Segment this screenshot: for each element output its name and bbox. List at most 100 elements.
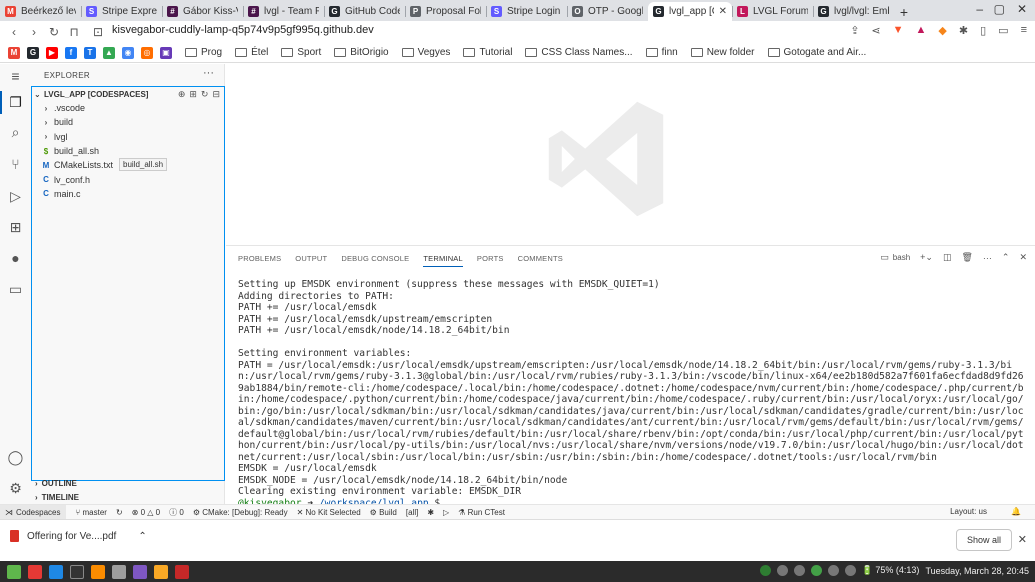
bookmark-item[interactable]: finn <box>645 47 678 58</box>
reload-icon[interactable]: ↻ <box>44 25 64 39</box>
app-icon[interactable] <box>175 564 189 579</box>
browser-tab[interactable]: # Gábor Kiss-Vámosi <box>162 2 243 21</box>
debug-icon[interactable]: ✱ <box>427 508 434 517</box>
show-all-button[interactable]: Show all <box>956 529 1012 551</box>
cmake-status[interactable]: ⚙ CMake: [Debug]: Ready <box>193 508 288 517</box>
close-tab-icon[interactable]: ✕ <box>719 6 727 17</box>
panel-tab-ports[interactable]: PORTS <box>477 254 504 267</box>
close-panel-icon[interactable]: ✕ <box>1019 252 1027 263</box>
start-menu-icon[interactable] <box>7 564 21 579</box>
brave-browser-icon[interactable] <box>91 564 105 579</box>
browser-tab[interactable]: O OTP - Google D <box>567 2 648 21</box>
bookmark-item[interactable]: BitOrigio <box>334 47 389 58</box>
file-tree-item[interactable]: $ build_all.sh <box>32 144 224 158</box>
wallet-icon[interactable]: ▭ <box>998 24 1008 37</box>
bookmark-item[interactable]: CSS Class Names... <box>525 47 633 58</box>
run-debug-icon[interactable]: ▷ <box>7 188 24 205</box>
account-icon[interactable]: ◯ <box>7 449 24 466</box>
browser-tab[interactable]: Glvgl_app [C ✕ <box>648 2 732 21</box>
menu-icon[interactable]: ≡ <box>7 68 24 85</box>
tray-app-icon[interactable] <box>793 565 805 576</box>
bookmark-item[interactable]: Gotogate and Air... <box>767 47 866 58</box>
sync-icon[interactable]: ↻ <box>116 508 123 517</box>
extensions-icon[interactable]: ✱ <box>959 24 968 37</box>
build-button[interactable]: ⚙ Build <box>370 508 397 517</box>
new-tab-button[interactable]: + <box>894 2 914 21</box>
folder-icon[interactable] <box>154 564 168 579</box>
url-field[interactable]: kisvegabor-cuddly-lamp-q5p74v9p5gf995q.g… <box>112 24 374 36</box>
remote-indicator[interactable]: ⋊ Codespaces <box>0 504 67 520</box>
youtube-icon[interactable]: ▶ <box>46 46 58 59</box>
bookmark-item[interactable]: Prog <box>185 47 222 58</box>
git-branch-icon[interactable]: ⑂ master <box>75 508 106 517</box>
files-icon[interactable] <box>112 564 126 579</box>
panel-tab-problems[interactable]: PROBLEMS <box>238 254 281 267</box>
search-icon[interactable]: ⌕ <box>7 124 24 141</box>
maximize-panel-icon[interactable]: ⌃ <box>1002 252 1010 263</box>
bookmark-item[interactable]: New folder <box>690 47 755 58</box>
new-file-icon[interactable]: ⊕ <box>178 89 186 100</box>
menu-icon[interactable]: ≡ <box>1021 24 1027 37</box>
network-icon[interactable] <box>827 565 839 576</box>
kit-selector[interactable]: ✕ No Kit Selected <box>297 508 361 517</box>
timeline-section[interactable]: › TIMELINE <box>31 490 225 504</box>
notifications-bell-icon[interactable]: 🔔 <box>1011 507 1021 516</box>
gmail-icon[interactable]: M <box>8 46 20 59</box>
bookmark-item[interactable]: Tutorial <box>463 47 512 58</box>
settings-gear-icon[interactable]: ⚙ <box>7 480 24 497</box>
browser-tab[interactable]: P Proposal Follow <box>405 2 486 21</box>
info-indicator[interactable]: ⓘ 0 <box>169 507 184 518</box>
panel-tab-terminal[interactable]: TERMINAL <box>423 254 463 267</box>
tray-app-icon[interactable] <box>810 565 822 576</box>
brave-shield-icon[interactable]: ▼ <box>893 24 904 37</box>
new-folder-icon[interactable]: ⊞ <box>189 89 197 100</box>
maps-icon[interactable]: ◉ <box>122 46 134 59</box>
sidebar-icon[interactable]: ▯ <box>980 24 986 37</box>
bookmark-item[interactable]: Étel <box>235 47 268 58</box>
maximize-icon[interactable]: ▢ <box>994 2 1005 16</box>
file-tree-item[interactable]: Cmain.c <box>32 187 224 201</box>
split-terminal-icon[interactable]: ◫ <box>943 252 952 263</box>
problems-indicator[interactable]: ⊗ 0 △ 0 <box>132 508 160 517</box>
bookmark-icon[interactable]: ⊓ <box>64 25 84 39</box>
battery-status[interactable]: 🔋 75% (4:13) <box>862 565 920 576</box>
metamask-icon[interactable]: ◆ <box>938 24 946 37</box>
browser-tab[interactable]: M Beérkező levelek <box>0 2 81 21</box>
brave-rewards-icon[interactable]: ▲ <box>916 24 927 37</box>
remote-explorer-icon[interactable]: ▭ <box>7 281 24 298</box>
browser-tab[interactable]: Glvgl/lvgl: Embe <box>813 2 894 21</box>
download-item[interactable]: Offering for Ve....pdf ⌃ <box>10 530 147 542</box>
tool-icon[interactable]: ◎ <box>141 46 153 59</box>
source-control-icon[interactable]: ⑂ <box>7 156 24 173</box>
app-icon[interactable]: ▣ <box>160 46 172 59</box>
terminal-shell-label[interactable]: bash <box>893 253 910 262</box>
close-download-shelf-icon[interactable]: ✕ <box>1018 533 1027 546</box>
panel-tab-output[interactable]: OUTPUT <box>295 254 327 267</box>
terminal-output[interactable]: Setting up EMSDK environment (suppress t… <box>238 279 1028 509</box>
browser-tab[interactable]: # lvgl - Team Flare <box>243 2 324 21</box>
github-icon[interactable]: ● <box>7 250 24 267</box>
github-icon[interactable]: G <box>27 46 39 59</box>
more-actions-icon[interactable]: ··· <box>203 67 214 79</box>
image-viewer-icon[interactable] <box>133 564 147 579</box>
browser-tab[interactable]: S Stripe Express <box>81 2 162 21</box>
keyboard-layout[interactable]: Layout: us <box>950 507 987 516</box>
panel-tab-comments[interactable]: COMMENTS <box>518 254 563 267</box>
terminal-app-icon[interactable] <box>70 564 84 579</box>
more-actions-icon[interactable]: ··· <box>983 253 992 263</box>
collapse-all-icon[interactable]: ⊟ <box>212 89 220 100</box>
new-terminal-icon[interactable]: +⌄ <box>920 252 933 263</box>
facebook-icon[interactable]: f <box>65 46 77 59</box>
skype-icon[interactable] <box>49 564 63 579</box>
browser-tab[interactable]: S Stripe Login | S <box>486 2 567 21</box>
explorer-icon[interactable]: ❐ <box>0 91 24 114</box>
file-tree-item[interactable]: › lvgl <box>32 130 224 144</box>
minimize-icon[interactable]: – <box>976 2 983 16</box>
browser-tab[interactable]: L LVGL Forum - C <box>732 2 813 21</box>
volume-icon[interactable] <box>844 565 856 576</box>
drive-icon[interactable]: ▲ <box>103 46 115 59</box>
trash-icon[interactable]: 🗑 <box>961 252 972 263</box>
tray-app-icon[interactable] <box>759 565 771 576</box>
back-icon[interactable]: ‹ <box>4 25 24 39</box>
forward-icon[interactable]: › <box>24 25 44 39</box>
